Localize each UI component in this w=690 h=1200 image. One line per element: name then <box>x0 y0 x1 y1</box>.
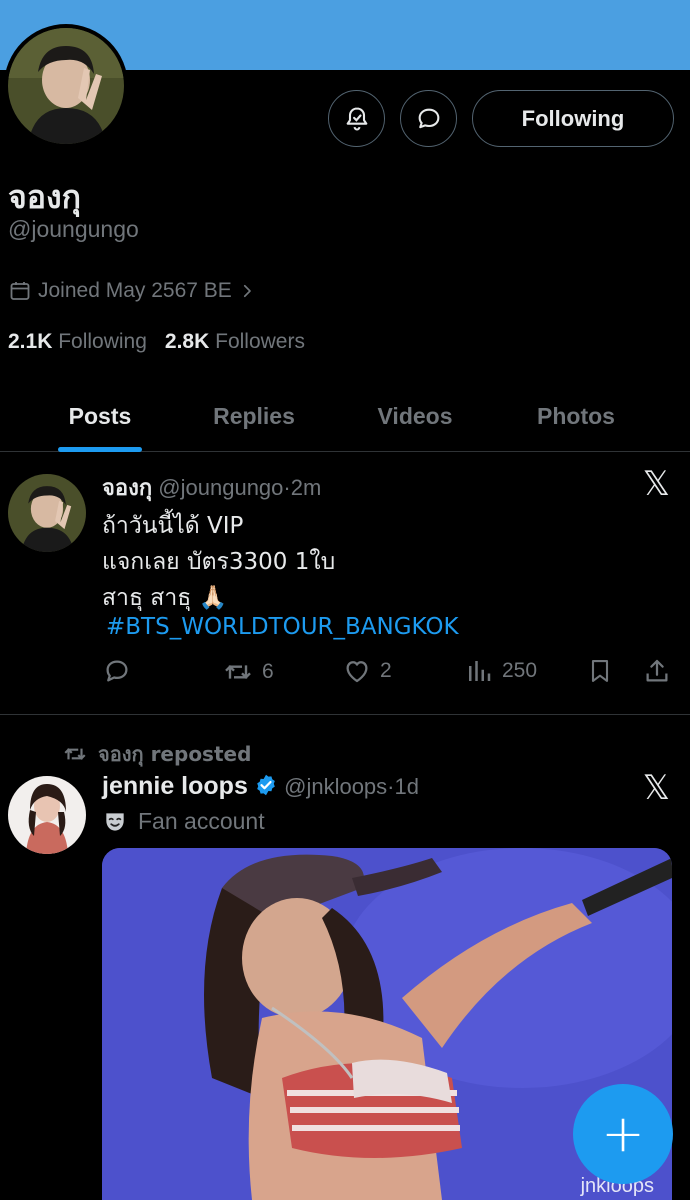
post-2-separator: · <box>387 774 395 799</box>
bookmark-icon <box>591 660 609 682</box>
views-button[interactable]: 250 <box>464 656 537 686</box>
profile-avatar[interactable] <box>4 24 128 148</box>
following-stat[interactable]: 2.1K Following <box>8 330 147 354</box>
profile-tabs: Posts Replies Videos Photos <box>0 380 690 452</box>
tab-replies[interactable]: Replies <box>200 380 308 452</box>
post-2-avatar-image <box>8 776 86 854</box>
fan-account-label: Fan account <box>102 808 265 835</box>
tab-videos[interactable]: Videos <box>308 380 522 452</box>
post-2-author-name[interactable]: jennie loops <box>102 772 248 800</box>
followers-stat[interactable]: 2.8K Followers <box>165 330 305 354</box>
tab-posts[interactable]: Posts <box>0 380 200 452</box>
followers-count: 2.8K <box>164 330 210 353</box>
message-bubble-icon <box>418 108 439 128</box>
reposted-label[interactable]: จองกุ reposted <box>98 738 251 770</box>
following-label: Following <box>58 330 147 353</box>
views-count: 250 <box>502 659 538 682</box>
post-1-author-handle[interactable]: @joungungo <box>158 475 283 500</box>
post-1-time[interactable]: 2m <box>291 475 322 500</box>
like-button[interactable]: 2 <box>342 656 392 686</box>
tab-photos[interactable]: Photos <box>522 380 630 452</box>
plus-icon: + <box>601 1104 645 1164</box>
bell-check-icon <box>346 106 367 131</box>
message-button[interactable] <box>400 90 457 147</box>
reply-button[interactable] <box>102 656 132 686</box>
following-count: 2.1K <box>8 330 53 353</box>
fan-account-text: Fan account <box>138 808 265 834</box>
post-1-line-2: แจกเลย บัตร3300 1ใบ <box>102 549 336 575</box>
chevron-right-icon <box>243 284 251 298</box>
x-logo-icon: 𝕏 <box>642 464 670 504</box>
post-1-line-1: ถ้าวันนี้ได้ VIP <box>102 513 244 539</box>
reply-icon <box>106 660 128 682</box>
like-count: 2 <box>380 659 392 682</box>
repost-button[interactable]: 6 <box>222 656 274 688</box>
repost-count: 6 <box>262 660 274 683</box>
heart-icon <box>346 661 368 683</box>
post-1-hashtag[interactable]: #BTS_WORLDTOUR_BANGKOK <box>106 614 459 640</box>
share-icon <box>646 659 668 682</box>
reposted-indicator: จองกุ reposted <box>62 738 251 770</box>
joined-label: Joined May 2567 BE <box>38 279 232 302</box>
profile-handle: @joungungo <box>8 216 139 242</box>
joined-date[interactable]: Joined May 2567 BE <box>8 279 256 303</box>
compose-post-button[interactable]: + <box>573 1084 673 1184</box>
post-1-header: จองกุ @joungungo·2m <box>102 470 321 505</box>
post-2-avatar[interactable] <box>8 776 86 854</box>
post-2-author-handle[interactable]: @jnkloops <box>284 774 387 799</box>
notifications-button[interactable] <box>328 90 385 147</box>
post-2-header: jennie loops @jnkloops·1d <box>102 772 419 801</box>
post-1-line-3: สาธุ สาธุ 🙏🏻 <box>102 585 228 611</box>
repost-small-icon <box>64 748 86 760</box>
profile-avatar-image <box>8 28 124 144</box>
bookmark-button[interactable] <box>586 656 614 686</box>
post-1-separator: · <box>283 475 291 500</box>
calendar-icon <box>10 282 30 300</box>
theater-mask-icon <box>106 812 124 831</box>
post-1-author-name[interactable]: จองกุ <box>102 476 152 501</box>
post-2-time[interactable]: 1d <box>395 774 419 799</box>
post-1-avatar[interactable] <box>8 474 86 552</box>
following-button[interactable]: Following <box>472 90 674 147</box>
followers-label: Followers <box>215 330 305 353</box>
post-1-avatar-image <box>8 474 86 552</box>
post-1-actions: 6 2 250 <box>102 656 682 696</box>
verified-badge-icon[interactable] <box>254 773 278 797</box>
share-button[interactable] <box>642 656 672 686</box>
views-chart-icon <box>469 661 491 681</box>
x-logo-icon: 𝕏 <box>642 768 670 808</box>
repost-icon <box>225 664 251 680</box>
profile-stats: 2.1K Following 2.8K Followers <box>8 330 305 354</box>
